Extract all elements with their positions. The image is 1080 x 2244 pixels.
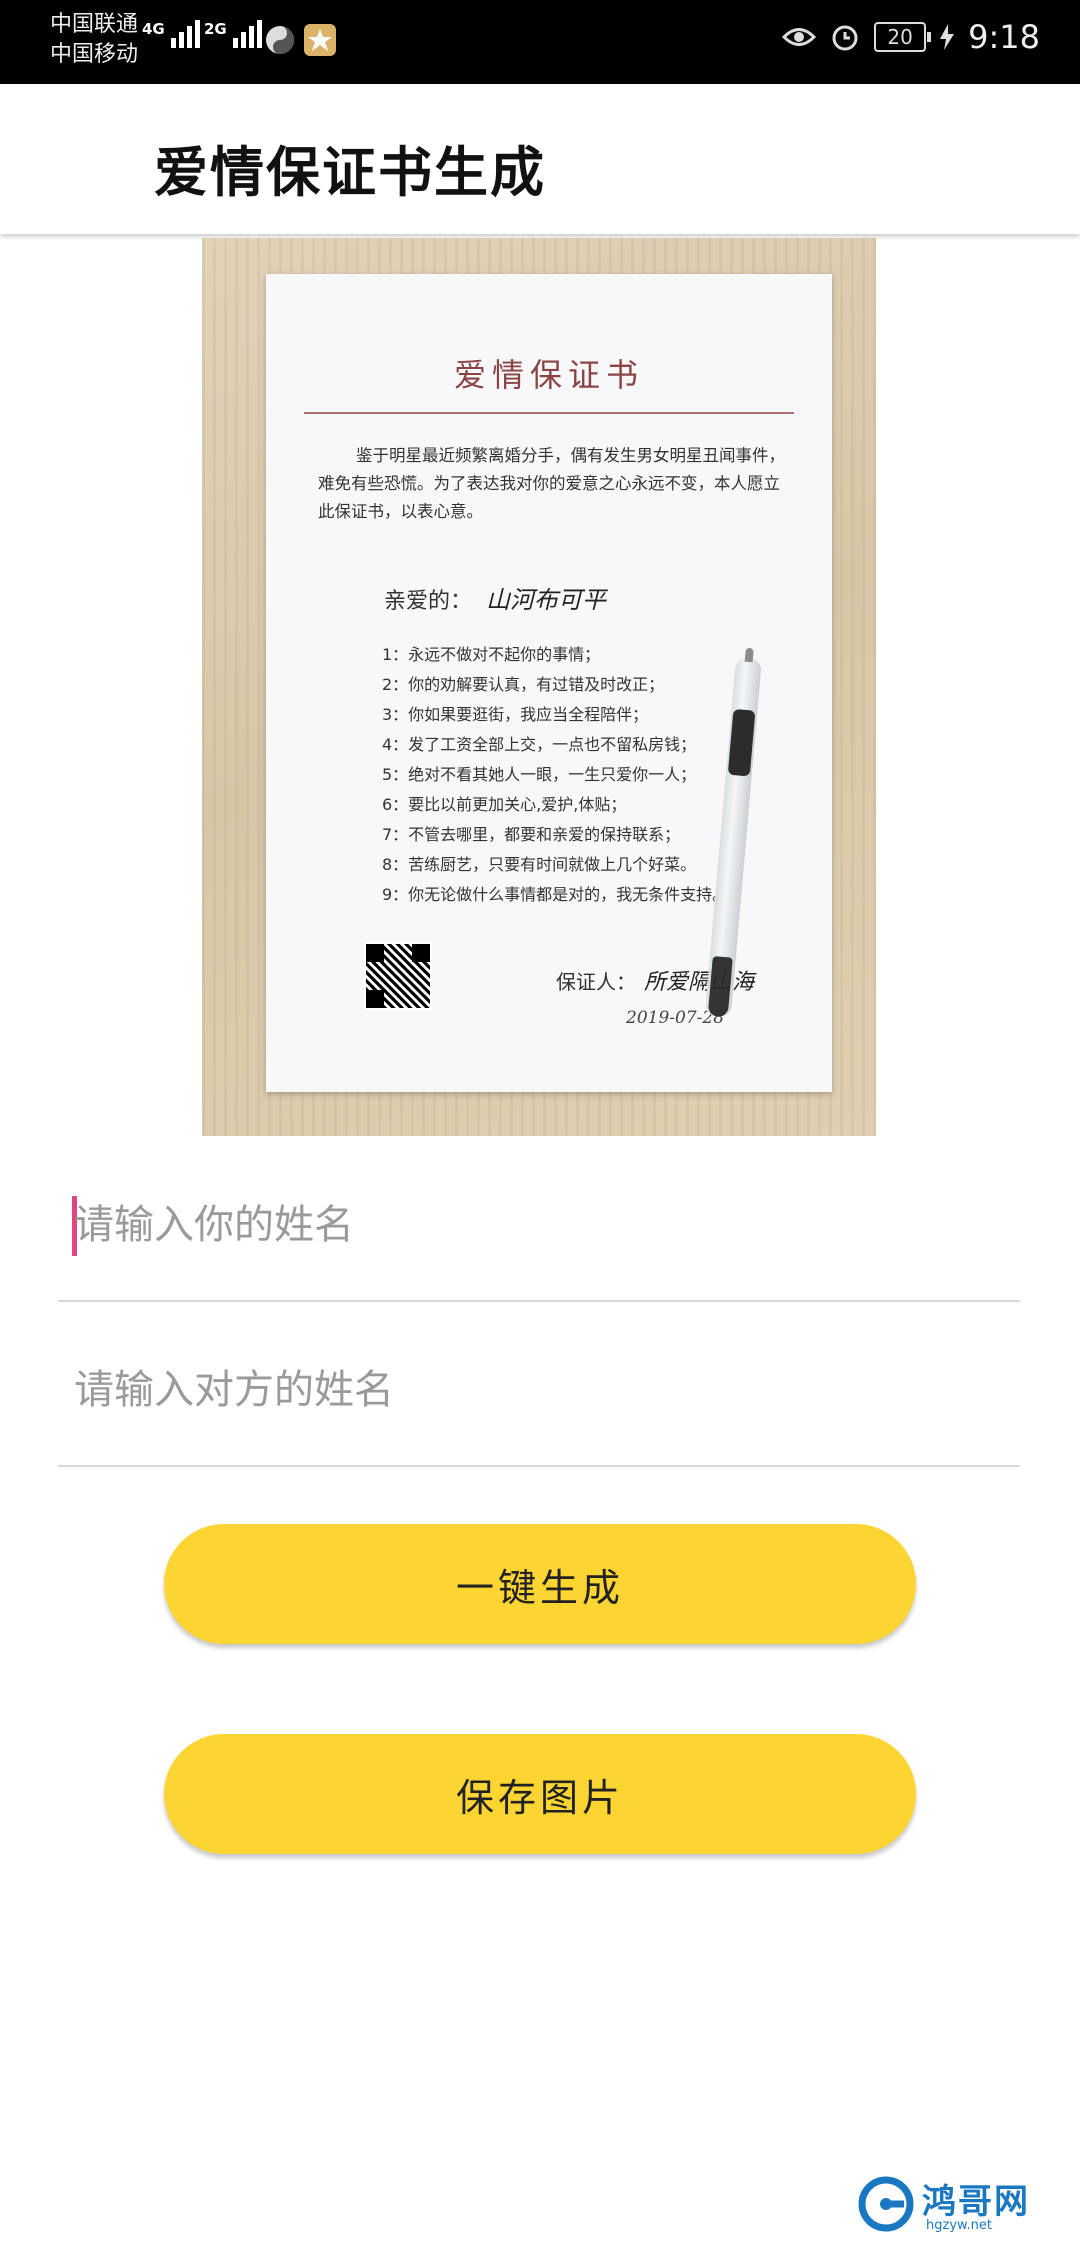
watermark-logo-icon xyxy=(858,2176,914,2232)
charging-icon xyxy=(940,24,955,50)
signal-icon-2: 2G xyxy=(204,20,262,48)
rule-item: 6：要比以前更加关心,爱护,体贴； xyxy=(382,795,627,814)
rule-item: 1：永远不做对不起你的事情； xyxy=(382,645,601,664)
certificate-rules: 1：永远不做对不起你的事情； 2：你的劝解要认真，有过错及时改正； 3：你如果要… xyxy=(382,640,728,910)
clock: 9:18 xyxy=(968,18,1040,56)
carrier-1: 中国联通 xyxy=(50,12,139,37)
alarm-icon xyxy=(832,25,858,51)
salutation-label: 亲爱的： xyxy=(384,589,473,614)
guarantor-label: 保证人： xyxy=(556,970,636,994)
app-notification-icon xyxy=(304,24,336,56)
partner-name-signature: 山河布可平 xyxy=(486,586,607,614)
rule-item: 4：发了工资全部上交，一点也不留私房钱； xyxy=(382,735,697,754)
rule-item: 2：你的劝解要认真，有过错及时改正； xyxy=(382,675,665,694)
your-name-input[interactable] xyxy=(72,1182,974,1268)
certificate-preview-image: 爱情保证书 鉴于明星最近频繁离婚分手，偶有发生男女明星丑闻事件，难免有些恐慌。为… xyxy=(202,238,876,1136)
certificate-intro: 鉴于明星最近频繁离婚分手，偶有发生男女明星丑闻事件，难免有些恐慌。为了表达我对你… xyxy=(318,446,785,521)
vpn-icon xyxy=(266,26,294,54)
watermark-text: 鸿哥网 xyxy=(922,2182,1030,2222)
battery-icon: 20 xyxy=(874,22,932,52)
partner-name-input[interactable] xyxy=(72,1347,974,1433)
guarantor-signature: 所爱隔山海 xyxy=(644,970,755,995)
generate-button[interactable]: 一键生成 xyxy=(164,1524,916,1644)
qr-code-icon xyxy=(364,942,432,1010)
certificate-title: 爱情保证书 xyxy=(453,356,644,394)
save-image-button[interactable]: 保存图片 xyxy=(164,1734,916,1854)
rule-item: 8：苦练厨艺，只要有时间就做上几个好菜。 xyxy=(382,855,697,874)
status-bar: 中国联通 中国移动 4G 2G 20 9:18 xyxy=(0,0,1080,84)
system-status: 20 9:18 xyxy=(782,18,1040,56)
app-bar: 爱情保证书生成 xyxy=(0,84,1080,234)
watermark: 鸿哥网 hgzyw.net xyxy=(858,2172,1058,2238)
watermark-url: hgzyw.net xyxy=(926,2218,992,2233)
eye-comfort-icon xyxy=(782,28,817,46)
partner-name-field[interactable] xyxy=(58,1315,1020,1467)
certificate-salutation: 亲爱的： 山河布可平 xyxy=(384,580,606,615)
carrier-2: 中国移动 xyxy=(50,42,139,67)
certificate-divider xyxy=(304,412,794,414)
rule-item: 7：不管去哪里，都要和亲爱的保持联系； xyxy=(382,825,681,844)
rule-item: 9：你无论做什么事情都是对的，我无条件支持。 xyxy=(382,885,729,904)
page-title: 爱情保证书生成 xyxy=(154,140,546,204)
signal-icon: 4G xyxy=(142,20,200,48)
carrier-names: 中国联通 中国移动 xyxy=(50,10,138,70)
rule-item: 5：绝对不看其她人一眼，一生只爱你一人； xyxy=(382,765,697,784)
rule-item: 3：你如果要逛街，我应当全程陪伴； xyxy=(382,705,649,724)
your-name-field[interactable] xyxy=(58,1150,1020,1302)
